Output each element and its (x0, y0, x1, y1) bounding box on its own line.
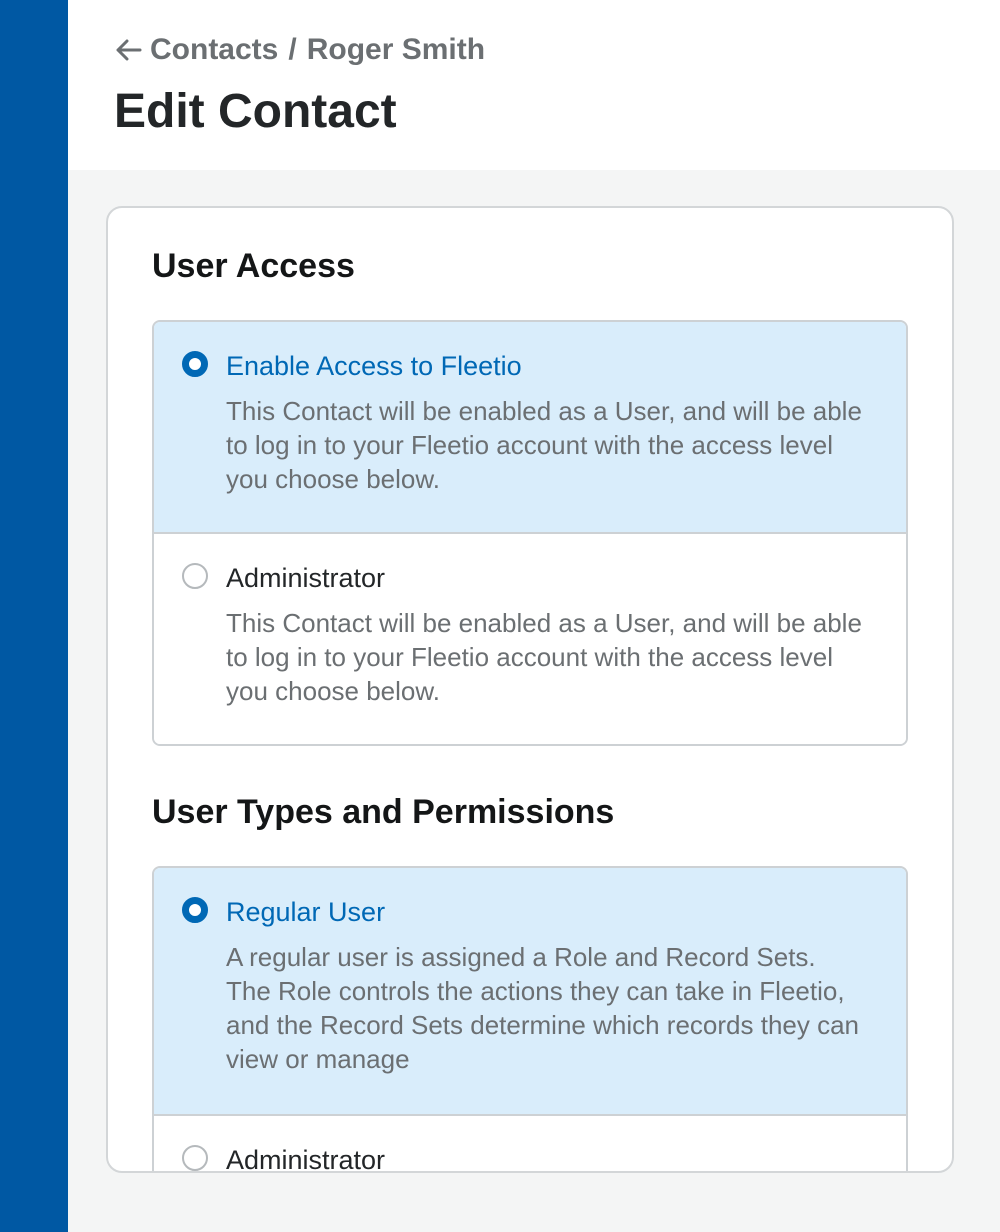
option-label: Administrator (226, 563, 386, 593)
option-administrator-access[interactable]: Administrator This Contact will be enabl… (154, 532, 906, 744)
option-label: Regular User (226, 897, 386, 927)
breadcrumb-separator: / (288, 33, 297, 66)
breadcrumb-contacts-link[interactable]: Contacts (150, 30, 278, 70)
breadcrumb: Contacts / Roger Smith (114, 30, 485, 70)
option-description: This Contact will be enabled as a User, … (226, 396, 862, 494)
radio-checked-icon[interactable] (182, 897, 208, 923)
option-label: Administrator (226, 1145, 386, 1173)
option-regular-user[interactable]: Regular User A regular user is assigned … (154, 868, 906, 1114)
option-description: A regular user is assigned a Role and Re… (226, 942, 860, 1074)
user-types-title: User Types and Permissions (152, 793, 615, 831)
side-navigation-rail (0, 0, 68, 1232)
radio-checked-icon[interactable] (182, 351, 208, 377)
user-type-options: Regular User A regular user is assigned … (152, 866, 908, 1173)
option-label: Enable Access to Fleetio (226, 351, 522, 381)
option-enable-access[interactable]: Enable Access to Fleetio This Contact wi… (154, 322, 906, 532)
back-arrow-icon[interactable] (114, 38, 142, 62)
page-header: Contacts / Roger Smith Edit Contact (68, 0, 1000, 170)
user-access-card: User Access Enable Access to Fleetio Thi… (106, 206, 954, 1173)
option-description: This Contact will be enabled as a User, … (226, 608, 862, 706)
user-access-title: User Access (152, 247, 355, 285)
breadcrumb-current: Roger Smith (306, 33, 486, 66)
page-title: Edit Contact (114, 85, 397, 138)
user-access-options: Enable Access to Fleetio This Contact wi… (152, 320, 908, 746)
radio-unchecked-icon[interactable] (182, 563, 208, 589)
radio-unchecked-icon[interactable] (182, 1145, 208, 1171)
option-administrator-user[interactable]: Administrator (154, 1114, 906, 1173)
